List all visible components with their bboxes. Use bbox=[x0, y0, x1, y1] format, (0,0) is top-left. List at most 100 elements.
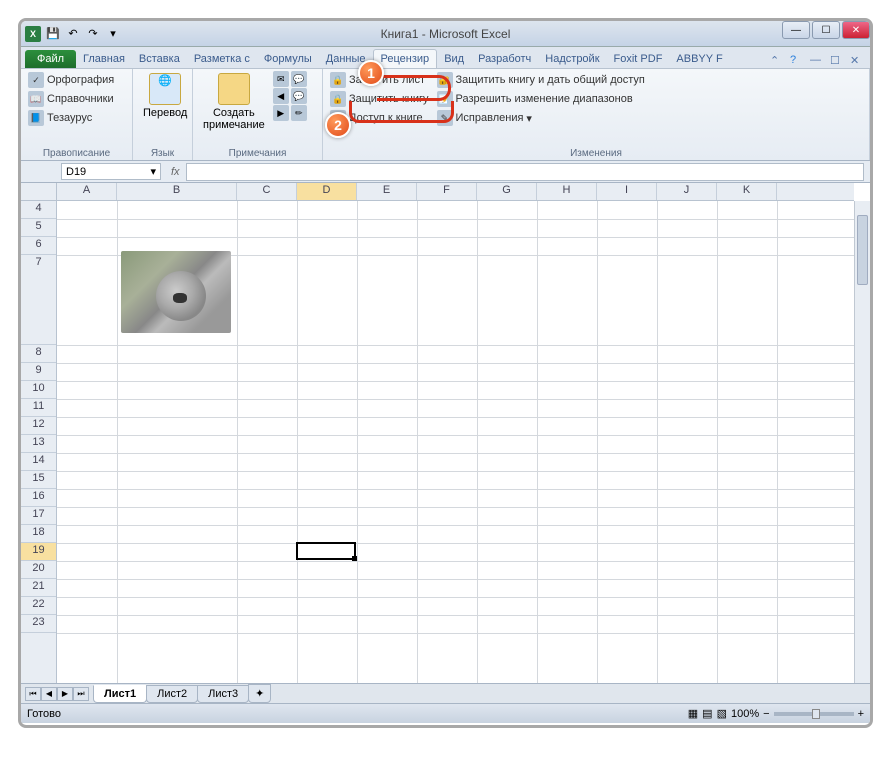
next-comment-icon[interactable]: ▶ bbox=[273, 105, 289, 121]
protect-book-icon: 🔒 bbox=[330, 91, 346, 107]
view-break-icon[interactable]: ▧ bbox=[717, 707, 727, 720]
save-icon[interactable]: 💾 bbox=[45, 26, 61, 42]
worksheet[interactable]: ABCDEFGHIJK 4567891011121314151617181920… bbox=[21, 183, 870, 683]
col-header-G[interactable]: G bbox=[477, 183, 537, 200]
row-header-19[interactable]: 19 bbox=[21, 543, 56, 561]
new-sheet-button[interactable]: ✦ bbox=[248, 684, 271, 703]
row-header-12[interactable]: 12 bbox=[21, 417, 56, 435]
zoom-thumb[interactable] bbox=[812, 709, 820, 719]
col-header-I[interactable]: I bbox=[597, 183, 657, 200]
qat-more-icon[interactable]: ▾ bbox=[105, 26, 121, 42]
tab-nav-prev[interactable]: ◀ bbox=[41, 687, 57, 701]
row-header-16[interactable]: 16 bbox=[21, 489, 56, 507]
scroll-thumb[interactable] bbox=[857, 215, 868, 285]
window-controls: — ☐ ✕ bbox=[780, 21, 870, 41]
col-header-J[interactable]: J bbox=[657, 183, 717, 200]
show-comment-icon[interactable]: 💬 bbox=[291, 71, 307, 87]
row-header-23[interactable]: 23 bbox=[21, 615, 56, 633]
col-header-B[interactable]: B bbox=[117, 183, 237, 200]
show-ink-icon[interactable]: ✏ bbox=[291, 105, 307, 121]
tab-view[interactable]: Вид bbox=[437, 50, 471, 68]
tab-nav-next[interactable]: ▶ bbox=[57, 687, 73, 701]
name-box[interactable]: D19▾ bbox=[61, 163, 161, 180]
row-header-20[interactable]: 20 bbox=[21, 561, 56, 579]
translate-button[interactable]: 🌐 Перевод bbox=[137, 71, 193, 160]
col-header-K[interactable]: K bbox=[717, 183, 777, 200]
sheet-tab-3[interactable]: Лист3 bbox=[197, 685, 249, 703]
col-header-E[interactable]: E bbox=[357, 183, 417, 200]
track-changes-button[interactable]: ✎Исправления ▾ bbox=[434, 109, 648, 127]
view-layout-icon[interactable]: ▤ bbox=[702, 707, 712, 720]
tab-formulas[interactable]: Формулы bbox=[257, 50, 319, 68]
spelling-button[interactable]: ✓Орфография bbox=[25, 71, 117, 89]
row-header-18[interactable]: 18 bbox=[21, 525, 56, 543]
row-header-22[interactable]: 22 bbox=[21, 597, 56, 615]
selected-cell[interactable] bbox=[296, 542, 356, 560]
sheet-tab-1[interactable]: Лист1 bbox=[93, 685, 147, 703]
fx-icon[interactable]: fx bbox=[165, 166, 186, 178]
tab-layout[interactable]: Разметка с bbox=[187, 50, 257, 68]
row-header-11[interactable]: 11 bbox=[21, 399, 56, 417]
maximize-button[interactable]: ☐ bbox=[812, 21, 840, 39]
delete-comment-icon[interactable]: ✉ bbox=[273, 71, 289, 87]
zoom-slider[interactable] bbox=[774, 712, 854, 716]
row-header-14[interactable]: 14 bbox=[21, 453, 56, 471]
row-header-7[interactable]: 7 bbox=[21, 255, 56, 345]
tab-foxit[interactable]: Foxit PDF bbox=[607, 50, 670, 68]
show-all-icon[interactable]: 💬 bbox=[291, 88, 307, 104]
research-button[interactable]: 📖Справочники bbox=[25, 90, 117, 108]
doc-max-icon[interactable]: ☐ bbox=[830, 54, 844, 68]
zoom-in-button[interactable]: + bbox=[858, 708, 864, 720]
new-comment-button[interactable]: Создать примечание bbox=[197, 71, 271, 160]
allow-ranges-button[interactable]: 📝Разрешить изменение диапазонов bbox=[434, 90, 648, 108]
row-header-13[interactable]: 13 bbox=[21, 435, 56, 453]
ribbon-tabs: Файл Главная Вставка Разметка с Формулы … bbox=[21, 47, 870, 69]
redo-icon[interactable]: ↷ bbox=[85, 26, 101, 42]
thesaurus-button[interactable]: 📘Тезаурус bbox=[25, 109, 117, 127]
protect-share-button[interactable]: 🔐Защитить книгу и дать общий доступ bbox=[434, 71, 648, 89]
tab-nav-last[interactable]: ⏭ bbox=[73, 687, 89, 701]
zoom-out-button[interactable]: − bbox=[763, 708, 769, 720]
view-normal-icon[interactable]: ▦ bbox=[688, 707, 698, 720]
help-icon[interactable]: ? bbox=[790, 54, 804, 68]
col-header-C[interactable]: C bbox=[237, 183, 297, 200]
tab-addins[interactable]: Надстройк bbox=[538, 50, 606, 68]
minimize-button[interactable]: — bbox=[782, 21, 810, 39]
doc-close-icon[interactable]: ✕ bbox=[850, 54, 864, 68]
tab-file[interactable]: Файл bbox=[25, 50, 76, 68]
embedded-image-koala[interactable] bbox=[121, 251, 231, 333]
row-header-4[interactable]: 4 bbox=[21, 201, 56, 219]
row-header-21[interactable]: 21 bbox=[21, 579, 56, 597]
minimize-ribbon-icon[interactable]: ⌃ bbox=[770, 54, 784, 68]
status-bar: Готово ▦ ▤ ▧ 100% − + bbox=[21, 703, 870, 723]
col-header-F[interactable]: F bbox=[417, 183, 477, 200]
tab-developer[interactable]: Разработч bbox=[471, 50, 538, 68]
grid[interactable] bbox=[57, 201, 870, 683]
undo-icon[interactable]: ↶ bbox=[65, 26, 81, 42]
col-header-A[interactable]: A bbox=[57, 183, 117, 200]
research-icon: 📖 bbox=[28, 91, 44, 107]
protect-sheet-icon: 🔒 bbox=[330, 72, 346, 88]
close-button[interactable]: ✕ bbox=[842, 21, 870, 39]
select-all-corner[interactable] bbox=[21, 183, 57, 201]
row-header-5[interactable]: 5 bbox=[21, 219, 56, 237]
row-header-6[interactable]: 6 bbox=[21, 237, 56, 255]
namebox-dropdown-icon[interactable]: ▾ bbox=[150, 165, 156, 178]
row-header-15[interactable]: 15 bbox=[21, 471, 56, 489]
row-header-10[interactable]: 10 bbox=[21, 381, 56, 399]
row-header-8[interactable]: 8 bbox=[21, 345, 56, 363]
tab-insert[interactable]: Вставка bbox=[132, 50, 187, 68]
tab-nav-first[interactable]: ⏮ bbox=[25, 687, 41, 701]
col-header-D[interactable]: D bbox=[297, 183, 357, 200]
doc-min-icon[interactable]: — bbox=[810, 54, 824, 68]
prev-comment-icon[interactable]: ◀ bbox=[273, 88, 289, 104]
col-header-H[interactable]: H bbox=[537, 183, 597, 200]
tab-abbyy[interactable]: ABBYY F bbox=[669, 50, 729, 68]
sheet-tab-2[interactable]: Лист2 bbox=[146, 685, 198, 703]
vertical-scrollbar[interactable] bbox=[854, 201, 870, 683]
row-header-9[interactable]: 9 bbox=[21, 363, 56, 381]
formula-input[interactable] bbox=[186, 163, 864, 181]
tab-home[interactable]: Главная bbox=[76, 50, 132, 68]
row-header-17[interactable]: 17 bbox=[21, 507, 56, 525]
zoom-level[interactable]: 100% bbox=[731, 708, 759, 720]
